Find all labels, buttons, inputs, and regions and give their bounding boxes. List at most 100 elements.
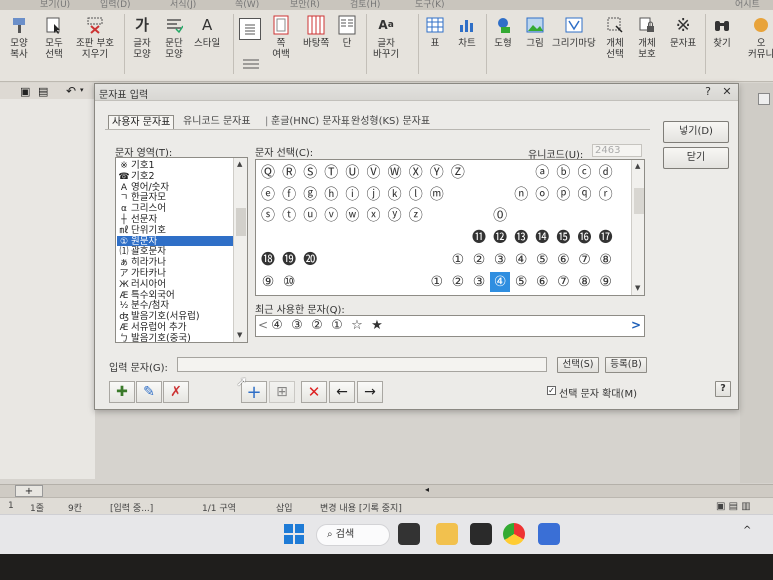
para-shape-button[interactable]: 문단 모양: [163, 14, 185, 60]
category-item[interactable]: ※ 기호1: [117, 160, 234, 171]
char-cell[interactable]: [279, 228, 299, 248]
hwp-app-icon[interactable]: [538, 523, 560, 545]
char-cell[interactable]: ②: [448, 272, 468, 292]
char-cell[interactable]: ⓭: [511, 228, 531, 248]
dialog-help-button[interactable]: ?: [715, 381, 731, 397]
category-item[interactable]: ┼ 선문자: [117, 214, 234, 225]
picture-button[interactable]: 그림: [524, 14, 546, 49]
menu-assistant[interactable]: 어시트: [735, 0, 760, 10]
category-item[interactable]: ☎기호2: [117, 171, 234, 182]
char-cell[interactable]: ⓛ: [406, 185, 426, 205]
category-item[interactable]: Æ 특수외국어: [117, 290, 234, 301]
category-item[interactable]: ① 원문자: [117, 235, 234, 247]
move-right-button[interactable]: →: [357, 381, 383, 403]
char-cell[interactable]: [406, 272, 426, 292]
char-cell[interactable]: ⑦: [553, 272, 573, 292]
chart-button[interactable]: 차트: [456, 14, 478, 49]
char-cell[interactable]: ⓙ: [364, 185, 384, 205]
category-item[interactable]: α 그리스어: [117, 203, 234, 214]
char-cell[interactable]: [321, 250, 341, 270]
char-cell[interactable]: ⓳: [279, 250, 299, 270]
char-cell[interactable]: [385, 272, 405, 292]
char-cell[interactable]: ⓓ: [596, 163, 616, 183]
replace-char-button[interactable]: Aa 글자 바꾸기: [373, 14, 399, 61]
char-cell[interactable]: Ⓦ: [385, 163, 405, 183]
select-all-button[interactable]: 모두 선택: [43, 14, 65, 60]
char-cell[interactable]: ⓐ: [532, 163, 552, 183]
recent-next-icon[interactable]: >: [631, 318, 641, 332]
char-cell[interactable]: Ⓧ: [406, 163, 426, 183]
char-map-button[interactable]: ※ 문자표: [670, 14, 696, 49]
char-cell[interactable]: ①: [448, 250, 468, 270]
char-cell[interactable]: ⑥: [553, 250, 573, 270]
category-item[interactable]: ㄅ 발음기호(중국): [117, 333, 234, 342]
store-icon[interactable]: [470, 523, 492, 545]
recent-char[interactable]: ★: [368, 317, 386, 335]
register-button[interactable]: 등록(B): [605, 357, 647, 373]
scroll-thumb[interactable]: [634, 188, 644, 214]
char-cell[interactable]: ⓔ: [258, 185, 278, 205]
char-cell[interactable]: ⓑ: [553, 163, 573, 183]
char-cell[interactable]: ⓚ: [385, 185, 405, 205]
char-cell[interactable]: [385, 228, 405, 248]
recent-char[interactable]: ☆: [348, 317, 366, 335]
panel-toggle[interactable]: [758, 93, 770, 105]
char-cell[interactable]: ⓟ: [553, 185, 573, 205]
print-icon[interactable]: ▣: [20, 85, 30, 98]
char-cell[interactable]: ⓫: [469, 228, 489, 248]
char-cell[interactable]: ⓦ: [342, 206, 362, 226]
clear-codes-button[interactable]: 조판 부호 지우기: [76, 14, 114, 60]
char-cell[interactable]: [469, 185, 489, 205]
char-cell[interactable]: ⓒ: [575, 163, 595, 183]
char-cell[interactable]: ⓣ: [279, 206, 299, 226]
format-copy-button[interactable]: 모양 복사: [8, 14, 30, 60]
char-cell[interactable]: ⓠ: [575, 185, 595, 205]
char-cell[interactable]: [258, 228, 278, 248]
char-cell[interactable]: [469, 206, 489, 226]
category-item[interactable]: ㄱ 한글자모: [117, 192, 234, 203]
char-cell[interactable]: ⓪: [490, 206, 510, 226]
menu-tools[interactable]: 도구(K): [415, 0, 445, 10]
insert-row-button[interactable]: ⊞: [269, 381, 295, 403]
close-dialog-button[interactable]: 닫기: [663, 147, 729, 169]
category-item[interactable]: ㎖ 단위기호: [117, 225, 234, 236]
delete-charset-button[interactable]: ✗: [163, 381, 189, 403]
char-cell[interactable]: ⓜ: [427, 185, 447, 205]
char-cell[interactable]: [448, 228, 468, 248]
char-cell[interactable]: [427, 206, 447, 226]
char-cell[interactable]: Ⓥ: [364, 163, 384, 183]
char-cell[interactable]: ⓲: [258, 250, 278, 270]
input-char-field[interactable]: [177, 357, 547, 372]
char-cell[interactable]: [385, 250, 405, 270]
char-cell[interactable]: [342, 250, 362, 270]
char-cell[interactable]: ⓮: [532, 228, 552, 248]
move-left-button[interactable]: ←: [329, 381, 355, 403]
select-button[interactable]: 선택(S): [557, 357, 599, 373]
char-cell[interactable]: [342, 228, 362, 248]
char-cell[interactable]: [321, 272, 341, 292]
char-area-list[interactable]: ※ 기호1 ☎기호2 A 영어/숫자 ㄱ 한글자모 α 그리스어 ┼ 선문자 ㎖ 단위기호 ① 원문자 ⑴ 괄호…: [115, 157, 248, 343]
char-cell[interactable]: [490, 163, 510, 183]
view-mode-icon[interactable]: ▣ ▤ ▥: [716, 501, 751, 512]
char-cell[interactable]: [406, 228, 426, 248]
char-cell[interactable]: [448, 206, 468, 226]
char-cell[interactable]: ⓱: [596, 228, 616, 248]
char-cell[interactable]: [553, 206, 573, 226]
char-cell[interactable]: ⑧: [596, 250, 616, 270]
scroll-left-icon[interactable]: ◂: [425, 485, 429, 494]
char-cell[interactable]: ⑩: [279, 272, 299, 292]
char-cell[interactable]: [575, 206, 595, 226]
file-explorer-icon[interactable]: [436, 523, 458, 545]
char-grid[interactable]: Ⓠ Ⓡ Ⓢ Ⓣ Ⓤ Ⓥ Ⓦ Ⓧ Ⓨ Ⓩⓐ ⓑ ⓒ ⓓ ⓔ ⓕ ⓖ ⓗ ⓘ ⓙ ⓚ ⓛ ⓜ ⓝ ⓞ ⓟ ⓠ ⓡ ⓢ ⓣ ⓤ ⓥ ⓦ ⓧ ⓨ ⓩ ⓪ ⓫ ⓬ ⓭…: [255, 159, 645, 296]
char-cell[interactable]: [321, 228, 341, 248]
add-tab-button[interactable]: +: [15, 485, 43, 497]
char-cell[interactable]: [406, 250, 426, 270]
style-button[interactable]: A 스타일: [194, 14, 220, 49]
char-cell[interactable]: ③: [469, 272, 489, 292]
char-cell[interactable]: [511, 163, 531, 183]
scroll-up-icon[interactable]: ▲: [635, 162, 640, 170]
char-cell[interactable]: [532, 206, 552, 226]
recent-char[interactable]: ③: [288, 317, 306, 335]
windows-start-icon[interactable]: [283, 523, 305, 545]
char-cell[interactable]: ⓞ: [532, 185, 552, 205]
